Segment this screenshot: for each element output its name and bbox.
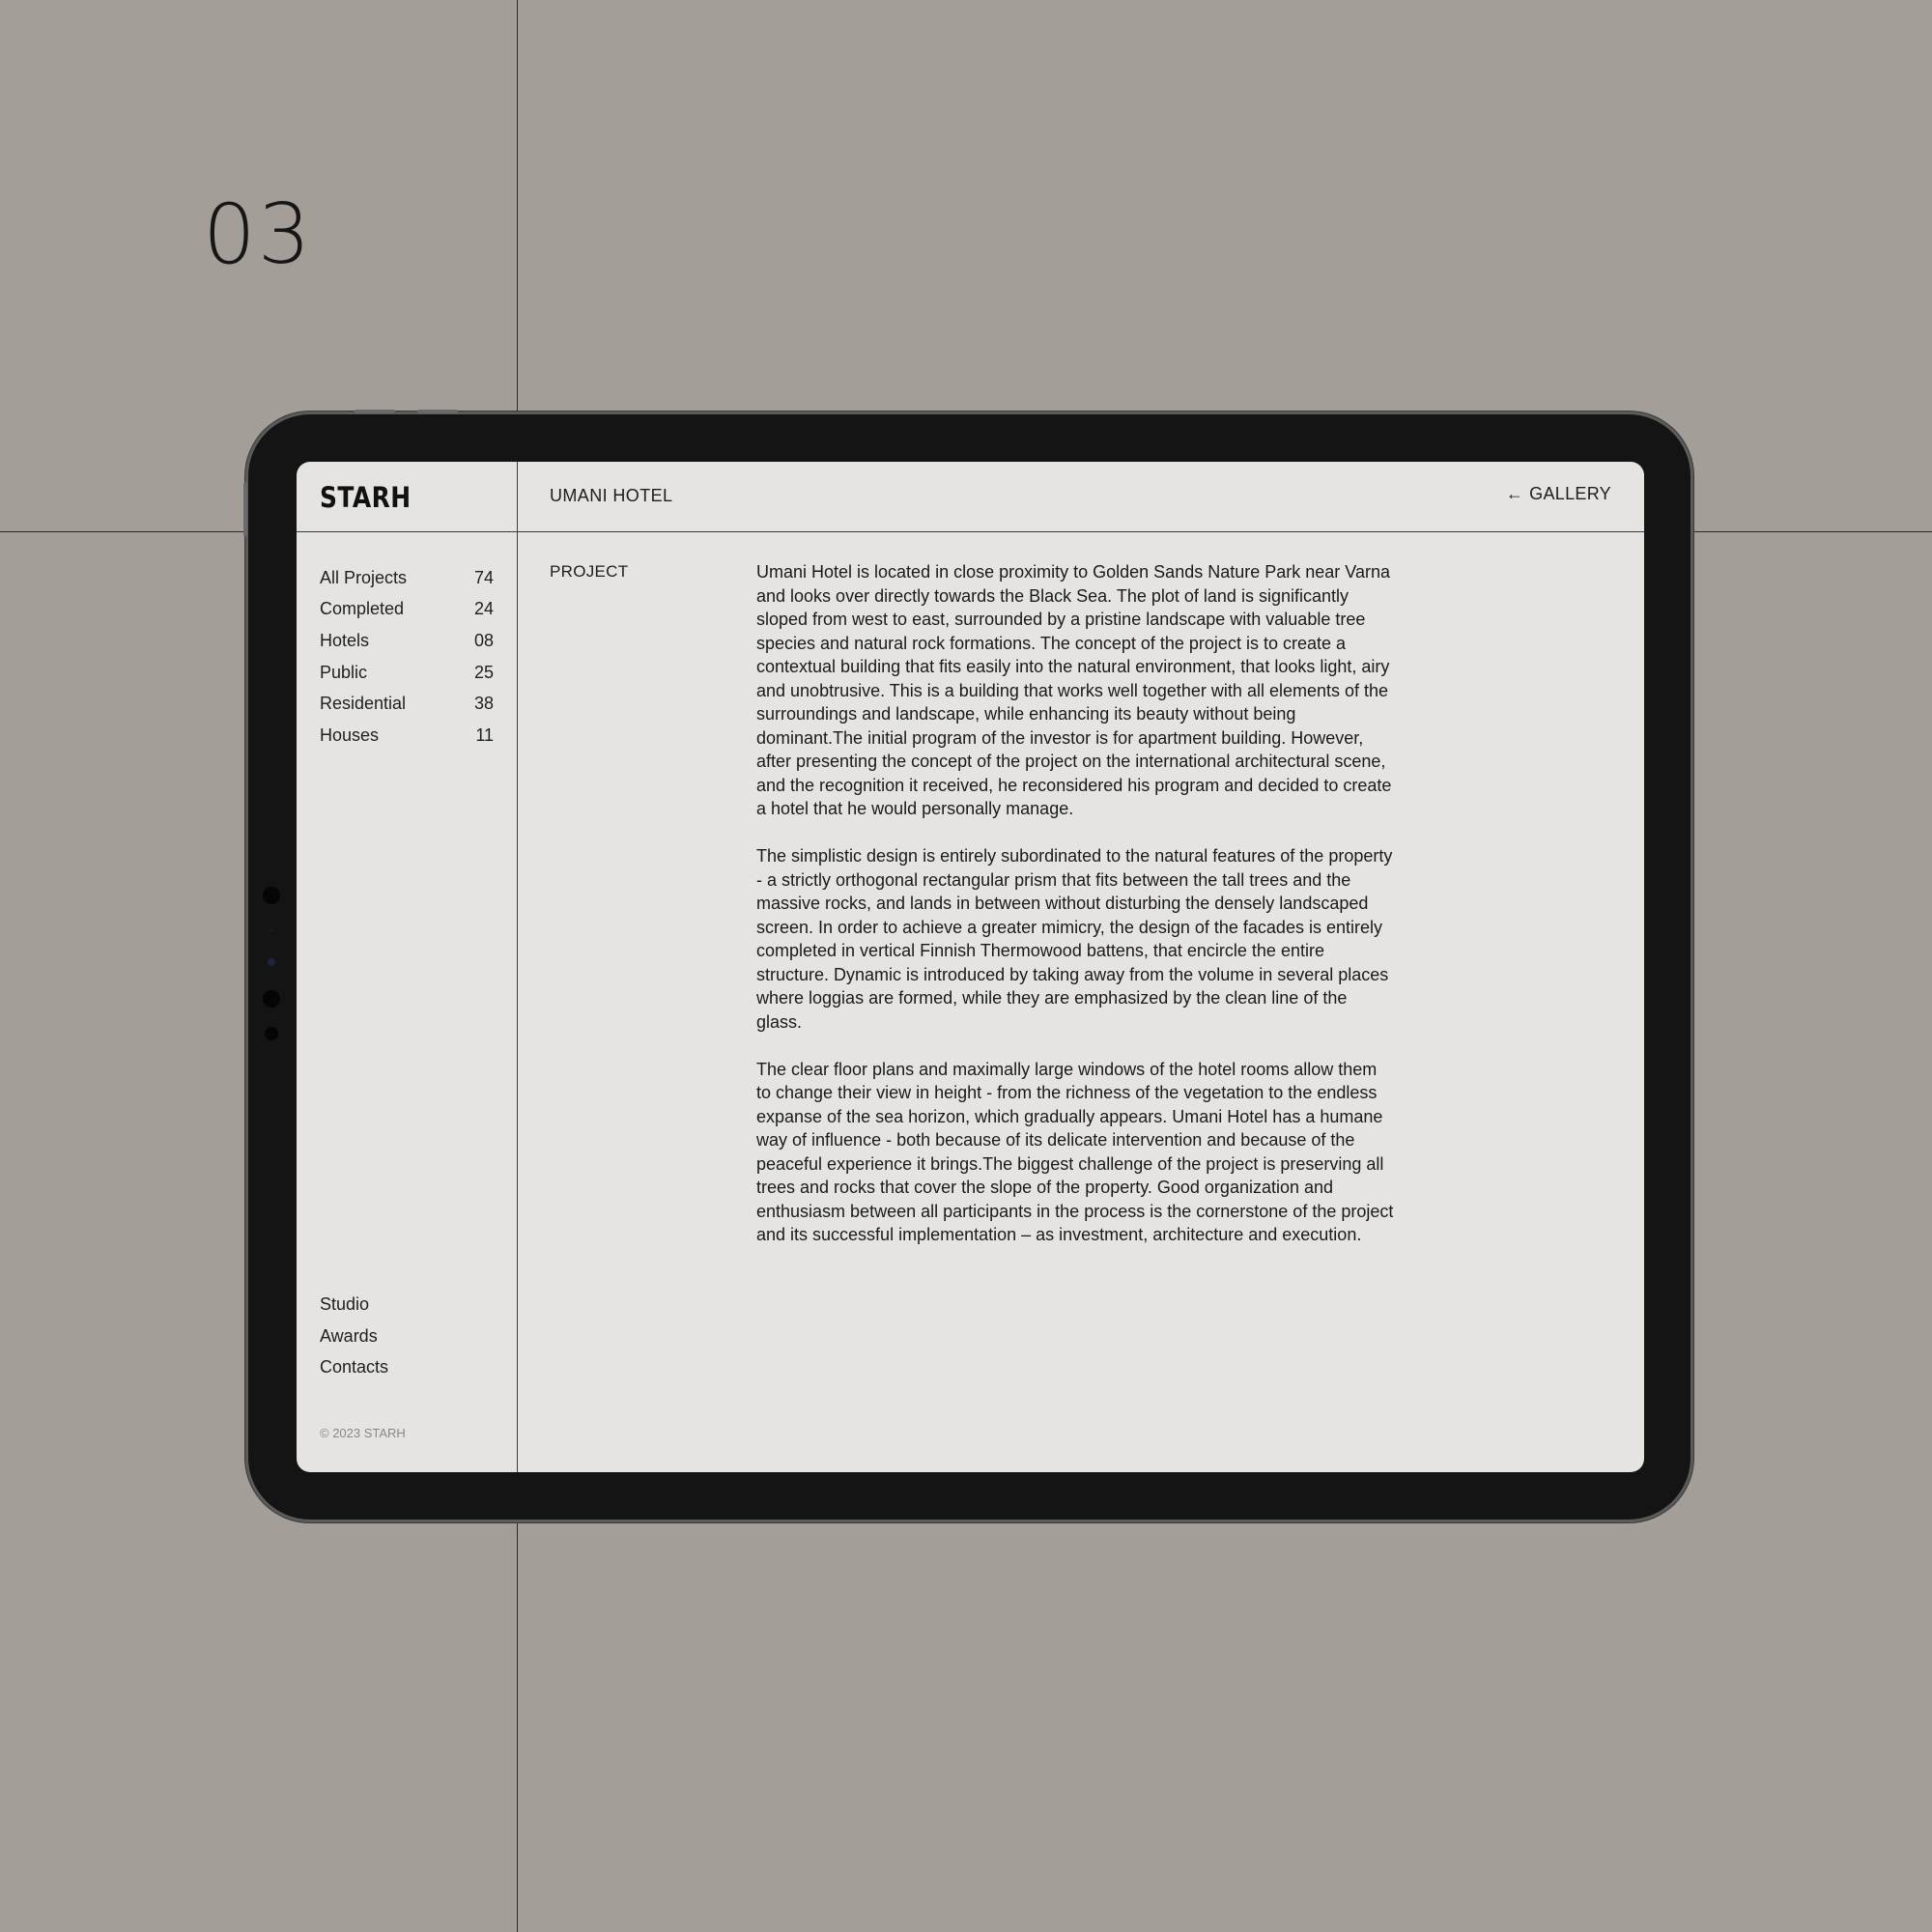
device-button bbox=[243, 482, 247, 536]
secondary-nav: Studio Awards Contacts bbox=[320, 1294, 388, 1389]
category-item-hotels[interactable]: Hotels 08 bbox=[320, 625, 494, 657]
sidebar: STARH All Projects 74 Completed 24 Hotel… bbox=[297, 462, 518, 1472]
category-label: Houses bbox=[320, 724, 380, 745]
category-item-all-projects[interactable]: All Projects 74 bbox=[320, 562, 494, 594]
project-description: Umani Hotel is located in close proximit… bbox=[756, 560, 1394, 1270]
category-count: 11 bbox=[475, 724, 494, 745]
nav-link-studio[interactable]: Studio bbox=[320, 1294, 388, 1326]
device-button bbox=[417, 410, 458, 413]
gallery-link-label: GALLERY bbox=[1529, 484, 1611, 503]
camera-sensor bbox=[263, 887, 280, 904]
slide-number: 03 bbox=[203, 186, 313, 283]
project-title: UMANI HOTEL bbox=[550, 486, 673, 505]
category-list: All Projects 74 Completed 24 Hotels 08 P… bbox=[320, 562, 494, 752]
category-count: 38 bbox=[473, 694, 494, 714]
category-label: Hotels bbox=[320, 630, 370, 650]
category-item-houses[interactable]: Houses 11 bbox=[320, 720, 494, 752]
camera-lens bbox=[268, 958, 275, 966]
nav-link-contacts[interactable]: Contacts bbox=[320, 1357, 388, 1389]
category-count: 74 bbox=[473, 567, 494, 587]
category-label: Public bbox=[320, 662, 368, 682]
category-item-public[interactable]: Public 25 bbox=[320, 657, 494, 689]
tablet-device: UMANI HOTEL ← GALLERY STARH All Projects… bbox=[243, 410, 1690, 1520]
category-item-residential[interactable]: Residential 38 bbox=[320, 688, 494, 720]
nav-link-awards[interactable]: Awards bbox=[320, 1326, 388, 1358]
category-count: 08 bbox=[473, 630, 494, 650]
camera-sensor bbox=[270, 928, 273, 932]
camera-sensor bbox=[265, 1027, 278, 1040]
category-item-completed[interactable]: Completed 24 bbox=[320, 594, 494, 626]
category-count: 25 bbox=[473, 662, 494, 682]
brand-logo[interactable]: STARH bbox=[320, 481, 412, 514]
description-paragraph: The clear floor plans and maximally larg… bbox=[756, 1059, 1394, 1245]
back-to-gallery-link[interactable]: ← GALLERY bbox=[1506, 484, 1611, 504]
category-label: Residential bbox=[320, 694, 407, 714]
camera-sensor bbox=[263, 990, 280, 1008]
copyright-notice: © 2023 STARH bbox=[320, 1426, 406, 1440]
description-paragraph: The simplistic design is entirely subord… bbox=[756, 846, 1393, 1032]
category-count: 24 bbox=[473, 599, 494, 619]
section-label: PROJECT bbox=[550, 562, 629, 581]
arrow-left-icon: ← bbox=[1505, 484, 1524, 503]
tablet-screen: UMANI HOTEL ← GALLERY STARH All Projects… bbox=[297, 462, 1644, 1472]
description-paragraph: Umani Hotel is located in close proximit… bbox=[756, 562, 1392, 818]
category-label: All Projects bbox=[320, 567, 408, 587]
device-button bbox=[355, 410, 395, 413]
category-label: Completed bbox=[320, 599, 405, 619]
